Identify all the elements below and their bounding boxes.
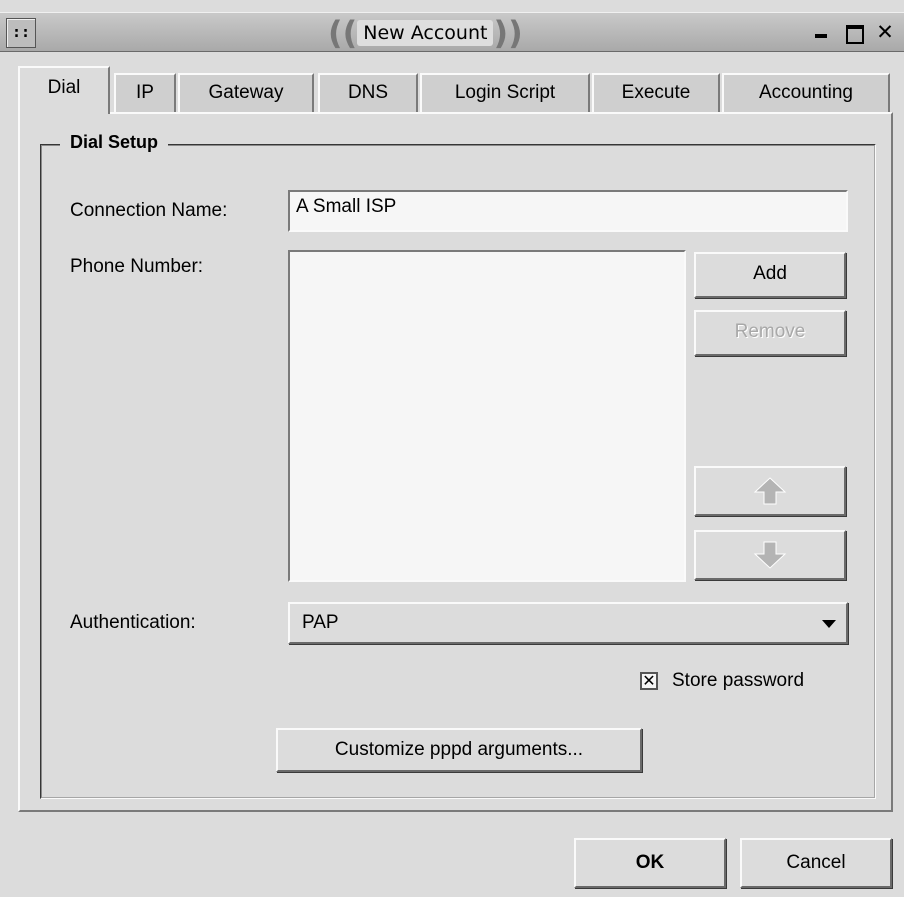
title-left-decoration: (( [328, 14, 358, 52]
store-password-label[interactable]: Store password [672, 670, 804, 692]
cancel-button[interactable]: Cancel [740, 838, 892, 888]
window-title-wrap: (( New Account )) [328, 16, 523, 50]
dial-setup-frame: Dial Setup Connection Name: A Small ISP … [40, 132, 876, 799]
minimize-button[interactable] [810, 21, 832, 43]
window-menu-button[interactable]: :: [6, 18, 36, 48]
down-arrow-icon [753, 541, 787, 569]
connection-name-field[interactable]: A Small ISP [288, 190, 848, 232]
connection-name-label: Connection Name: [70, 200, 228, 221]
authentication-combo[interactable]: PAP [288, 602, 848, 644]
tab-execute[interactable]: Execute [592, 73, 720, 113]
dial-setup-title: Dial Setup [60, 132, 169, 153]
tab-login-script[interactable]: Login Script [420, 73, 590, 113]
close-button[interactable]: ✕ [874, 21, 896, 43]
title-bar[interactable]: :: (( New Account )) ✕ [0, 12, 904, 52]
remove-button[interactable]: Remove [694, 310, 846, 356]
ok-button[interactable]: OK [574, 838, 726, 888]
store-password-checkbox[interactable]: ✕ [640, 672, 658, 690]
title-right-decoration: )) [493, 14, 523, 52]
phone-number-label: Phone Number: [70, 256, 204, 277]
authentication-label: Authentication: [70, 612, 196, 633]
tab-dns[interactable]: DNS [318, 73, 418, 113]
tab-ip[interactable]: IP [114, 73, 176, 113]
up-arrow-icon [753, 477, 787, 505]
window-controls: ✕ [810, 21, 896, 44]
move-down-button[interactable] [694, 530, 846, 580]
window-title: New Account [357, 20, 494, 46]
new-account-window: :: (( New Account )) ✕ Dial IP Gateway D… [0, 0, 904, 897]
authentication-value: PAP [302, 612, 339, 633]
maximize-button[interactable] [842, 21, 864, 44]
phone-number-list[interactable] [288, 250, 686, 582]
dropdown-caret-icon [822, 620, 836, 628]
tab-dial[interactable]: Dial [18, 66, 110, 114]
tab-accounting[interactable]: Accounting [722, 73, 890, 113]
customize-pppd-button[interactable]: Customize pppd arguments... [276, 728, 642, 772]
move-up-button[interactable] [694, 466, 846, 516]
tab-gateway[interactable]: Gateway [178, 73, 314, 113]
tab-panel-dial: Dial Setup Connection Name: A Small ISP … [18, 112, 893, 812]
add-button[interactable]: Add [694, 252, 846, 298]
